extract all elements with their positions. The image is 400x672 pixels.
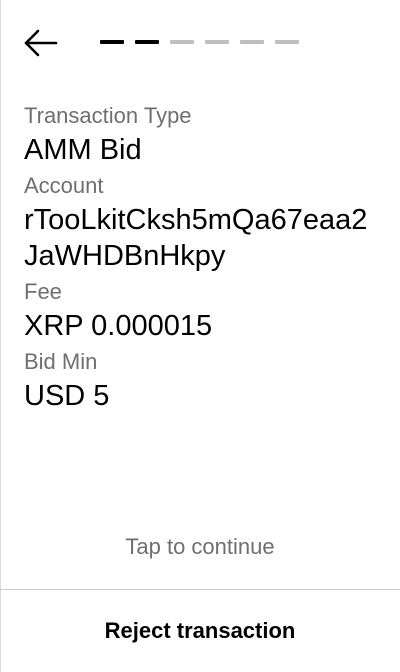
field-label: Transaction Type [24,103,192,128]
field-label: Fee [24,279,62,304]
field-label: Bid Min [24,349,98,374]
left-edge-border [0,0,1,672]
field-value: USD 5 [24,380,110,412]
field-transaction-type: Transaction Type AMM Bid [24,102,376,168]
field-value: AMM Bid [24,134,142,166]
progress-indicator [100,40,299,44]
progress-step [100,40,124,44]
field-value: XRP 0.000015 [24,310,213,342]
progress-step [170,40,194,44]
field-value: rTooLkitCksh5mQa67eaa2JaWHDBnHkpy [24,204,368,272]
progress-step [205,40,229,44]
progress-step [275,40,299,44]
back-button[interactable] [20,26,60,60]
arrow-left-icon [24,29,58,57]
reject-transaction-button[interactable]: Reject transaction [0,590,400,672]
header [0,0,400,90]
field-label: Account [24,173,104,198]
progress-step [240,40,264,44]
reject-transaction-label: Reject transaction [104,618,296,643]
field-account: Account rTooLkitCksh5mQa67eaa2JaWHDBnHkp… [24,172,376,274]
transaction-details: Transaction Type AMM Bid Account rTooLki… [24,102,376,414]
progress-step [135,40,159,44]
tap-to-continue-button[interactable]: Tap to continue [0,531,400,563]
field-bid-min: Bid Min USD 5 [24,348,376,414]
field-fee: Fee XRP 0.000015 [24,278,376,344]
